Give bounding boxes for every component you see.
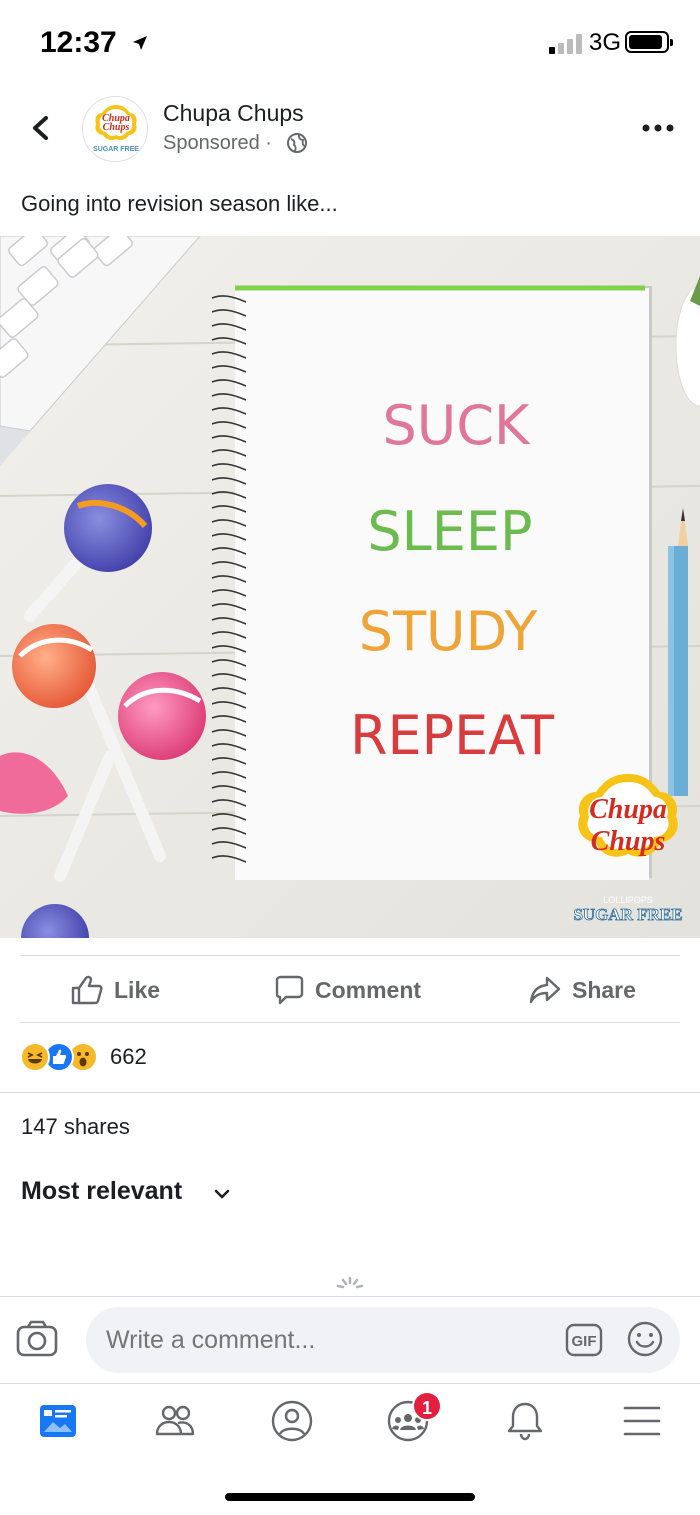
pencil-graphic [668, 508, 688, 796]
globe-icon [286, 132, 308, 154]
comment-label: Comment [315, 976, 422, 1003]
page-avatar[interactable]: Chupa Chups SUGAR FREE [82, 96, 148, 162]
hamburger-menu-icon [623, 1406, 661, 1436]
svg-text:Chups: Chups [103, 122, 130, 133]
chevron-down-icon[interactable] [212, 1184, 232, 1204]
comment-button[interactable]: Comment [273, 956, 421, 1024]
notebook-line-4: REPEAT [350, 704, 555, 767]
back-chevron-icon [33, 116, 48, 140]
share-arrow-icon [529, 976, 561, 1004]
news-feed-icon [40, 1405, 76, 1437]
share-label: Share [572, 976, 636, 1003]
clock-text: 12:37 [40, 26, 117, 59]
post-caption: Going into revision season like... [21, 191, 338, 216]
notebook-line-2: SLEEP [367, 500, 532, 563]
more-options-button[interactable] [640, 120, 676, 136]
shares-count[interactable]: 147 shares [21, 1114, 130, 1140]
bell-icon [507, 1402, 543, 1441]
comment-sort-dropdown[interactable]: Most relevant [21, 1177, 182, 1206]
post-image[interactable]: SUCK SLEEP STUDY REPEAT Chupa Chups LOLL… [0, 236, 700, 938]
share-button[interactable]: Share [528, 956, 636, 1024]
profile-icon [271, 1400, 313, 1442]
reaction-count: 662 [110, 1044, 147, 1069]
svg-text:GIF: GIF [572, 1333, 597, 1350]
divider [0, 1092, 700, 1093]
home-indicator[interactable] [225, 1493, 475, 1501]
more-dots-icon [642, 124, 674, 132]
notebook-graphic: SUCK SLEEP STUDY REPEAT [211, 285, 652, 880]
notebook-line-1: SUCK [383, 394, 532, 457]
comment-bubble-icon [275, 975, 304, 1005]
friends-icon [155, 1405, 195, 1436]
chupa-chups-avatar-logo: Chupa Chups SUGAR FREE [83, 97, 147, 161]
svg-text:Chupa: Chupa [589, 794, 667, 825]
network-type: 3G [589, 29, 622, 56]
battery-icon [625, 31, 673, 53]
svg-text:LOLLIPOPS: LOLLIPOPS [603, 895, 653, 905]
emoji-icon[interactable] [625, 1319, 665, 1359]
bottom-tab-bar [0, 1386, 700, 1456]
like-button[interactable]: Like [70, 956, 160, 1024]
svg-text:SUGAR FREE: SUGAR FREE [573, 905, 682, 924]
tab-news-feed[interactable] [33, 1396, 83, 1446]
status-bar: 12:37 3G [0, 0, 700, 88]
loading-spinner-icon [332, 1276, 368, 1296]
tab-friends[interactable] [150, 1396, 200, 1446]
like-label: Like [114, 976, 161, 1003]
post-header: Chupa Chups SUGAR FREE Chupa Chups Spons… [0, 90, 700, 170]
gif-icon[interactable]: GIF [564, 1320, 604, 1360]
tab-menu[interactable] [617, 1396, 667, 1446]
page-name[interactable]: Chupa Chups [163, 100, 304, 127]
notebook-line-3: STUDY [359, 600, 538, 663]
comment-composer: GIF [0, 1296, 700, 1384]
back-button[interactable] [22, 108, 62, 148]
camera-icon[interactable] [15, 1319, 59, 1359]
sponsored-label: Sponsored · [163, 132, 272, 154]
tab-profile[interactable] [267, 1396, 317, 1446]
thumbs-up-icon [71, 975, 103, 1005]
reactions-summary[interactable]: 662 [20, 1040, 320, 1074]
svg-text:SUGAR FREE: SUGAR FREE [93, 146, 139, 153]
groups-notification-badge: 1 [412, 1391, 442, 1421]
tab-notifications[interactable] [500, 1396, 550, 1446]
haha-reaction-icon [20, 1042, 50, 1072]
signal-strength-icon [549, 34, 583, 54]
location-arrow-icon [131, 26, 149, 60]
post-action-bar: Like Comment Share [20, 955, 680, 1023]
status-time: 12:37 [40, 26, 149, 60]
ad-image-illustration: SUCK SLEEP STUDY REPEAT Chupa Chups LOLL… [0, 236, 700, 938]
svg-text:Chups: Chups [591, 826, 666, 857]
